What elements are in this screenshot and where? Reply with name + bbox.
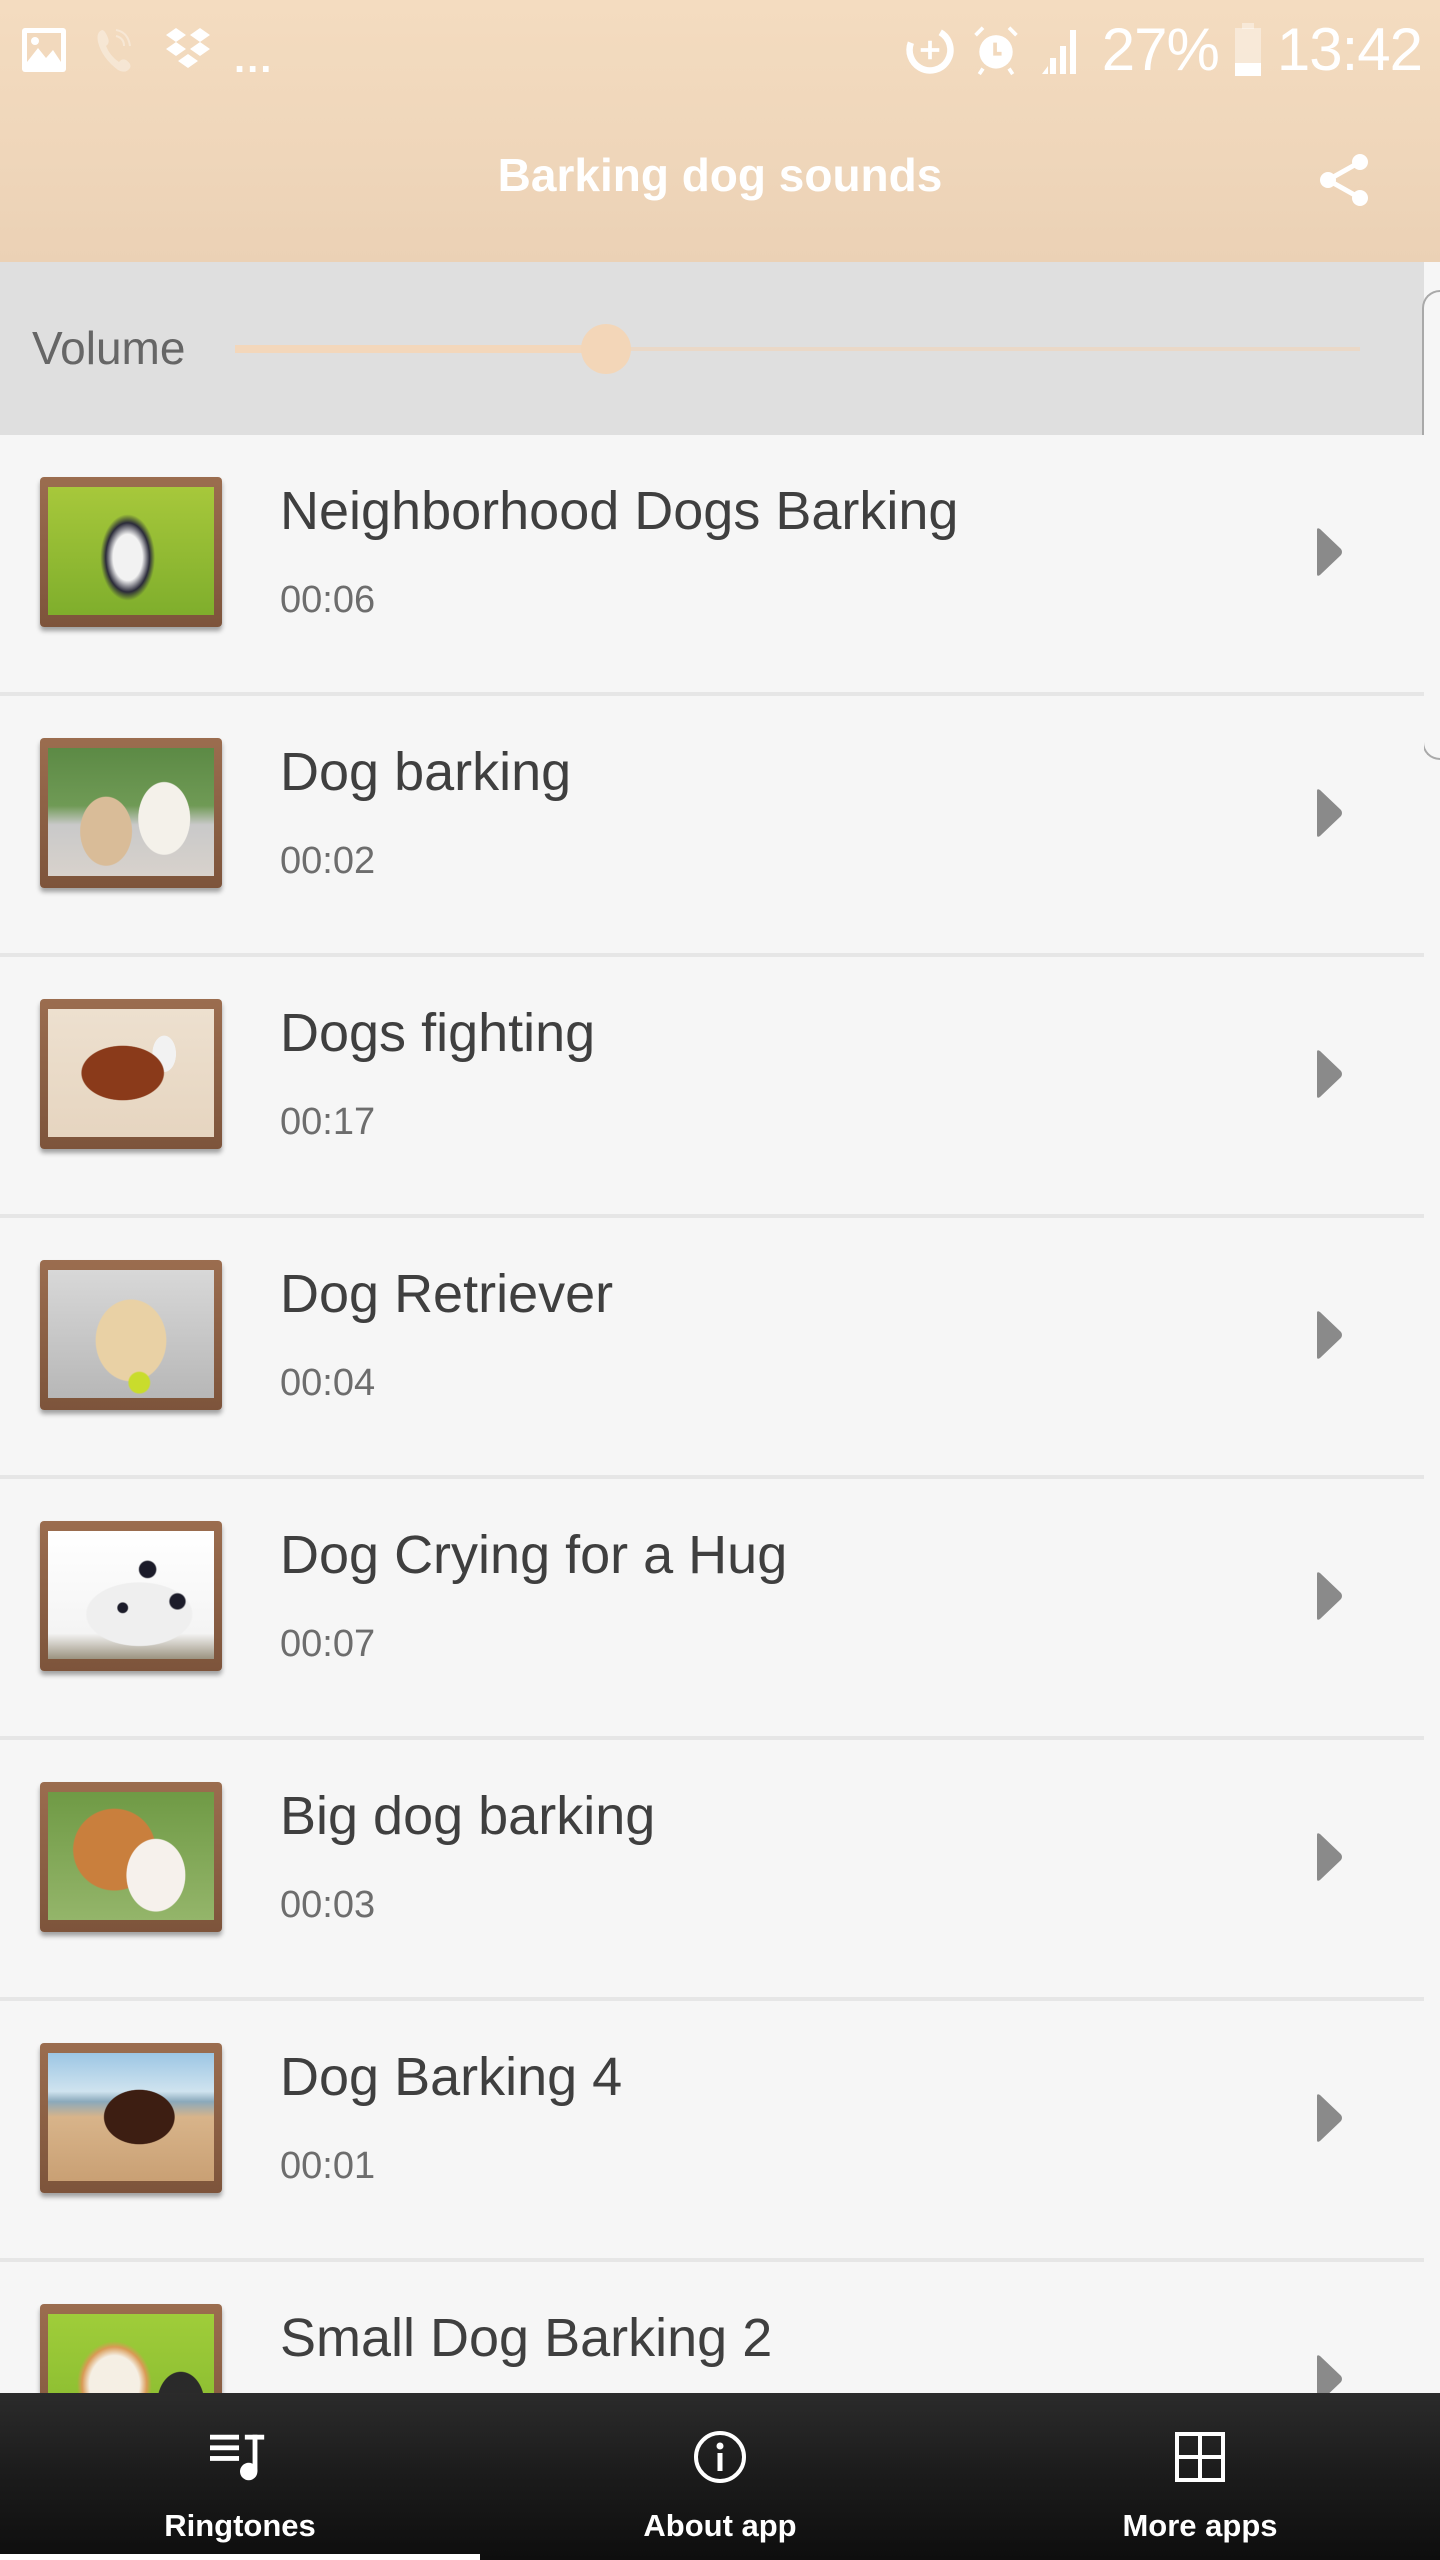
more-notifications: ...: [234, 36, 274, 81]
bottom-navigation: Ringtones About app More apps: [0, 2393, 1440, 2560]
play-icon[interactable]: [1314, 2093, 1344, 2143]
battery-icon: [1233, 23, 1263, 76]
thumbnail-image: [48, 1270, 214, 1398]
nav-ringtones[interactable]: Ringtones: [0, 2393, 480, 2560]
sound-list-item[interactable]: Dog Barking 4 00:01: [0, 2001, 1424, 2262]
scrollbar[interactable]: [1422, 290, 1440, 760]
viber-icon: [90, 24, 142, 76]
sound-list: Neighborhood Dogs Barking 00:06 Dog bark…: [0, 435, 1424, 2523]
play-icon[interactable]: [1314, 1571, 1344, 1621]
thumbnail-image: [48, 1009, 214, 1137]
signal-icon: [1036, 24, 1088, 76]
sound-list-item[interactable]: Dogs fighting 00:17: [0, 957, 1424, 1218]
share-icon: [1320, 154, 1368, 206]
thumbnail-frame: [40, 1260, 222, 1410]
ringtones-icon: [210, 2427, 270, 2487]
share-button[interactable]: [1310, 148, 1380, 212]
sound-duration: 00:04: [280, 1362, 376, 1404]
sound-list-item[interactable]: Dog barking 00:02: [0, 696, 1424, 957]
sound-duration: 00:03: [280, 1884, 376, 1926]
data-saver-icon: [904, 24, 956, 76]
slider-fill: [235, 345, 606, 353]
volume-label: Volume: [32, 322, 186, 374]
notification-icons: ...: [18, 22, 273, 81]
active-tab-indicator: [0, 2554, 480, 2560]
header: ... 27% 13:42 Barking dog sounds: [0, 0, 1440, 262]
sound-list-item[interactable]: Dog Crying for a Hug 00:07: [0, 1479, 1424, 1740]
info-icon: [690, 2427, 750, 2487]
thumbnail-image: [48, 487, 214, 615]
thumbnail-image: [48, 2053, 214, 2181]
sound-duration: 00:01: [280, 2145, 376, 2187]
battery-percent: 27%: [1101, 16, 1220, 83]
sound-duration: 00:06: [280, 579, 376, 621]
play-icon[interactable]: [1314, 788, 1344, 838]
nav-label: Ringtones: [164, 2508, 316, 2543]
sound-title: Dogs fighting: [280, 1003, 596, 1063]
sound-title: Dog Barking 4: [280, 2047, 623, 2107]
page-title: Barking dog sounds: [497, 149, 943, 201]
sound-duration: 00:17: [280, 1101, 376, 1143]
dropbox-icon: [162, 24, 214, 76]
play-icon[interactable]: [1314, 527, 1344, 577]
nav-label: About app: [643, 2508, 797, 2543]
sound-list-item[interactable]: Neighborhood Dogs Barking 00:06: [0, 435, 1424, 696]
status-bar: ... 27% 13:42: [0, 0, 1440, 100]
grid-icon: [1170, 2427, 1230, 2487]
thumbnail-image: [48, 1792, 214, 1920]
thumbnail-frame: [40, 1521, 222, 1671]
slider-thumb[interactable]: [581, 324, 631, 374]
alarm-icon: [970, 24, 1022, 76]
thumbnail-frame: [40, 477, 222, 627]
sound-title: Dog Crying for a Hug: [280, 1525, 788, 1585]
thumbnail-frame: [40, 1782, 222, 1932]
sound-list-item[interactable]: Big dog barking 00:03: [0, 1740, 1424, 2001]
play-icon[interactable]: [1314, 1049, 1344, 1099]
thumbnail-frame: [40, 2043, 222, 2193]
sound-list-item[interactable]: Dog Retriever 00:04: [0, 1218, 1424, 1479]
volume-slider[interactable]: [235, 324, 1360, 374]
thumbnail-image: [48, 748, 214, 876]
volume-control: Volume: [0, 262, 1424, 435]
clock: 13:42: [1276, 16, 1423, 83]
sound-title: Neighborhood Dogs Barking: [280, 481, 959, 541]
play-icon[interactable]: [1314, 1310, 1344, 1360]
thumbnail-image: [48, 1531, 214, 1659]
gallery-icon: [18, 24, 70, 76]
sound-title: Small Dog Barking 2: [280, 2308, 773, 2368]
play-icon[interactable]: [1314, 1832, 1344, 1882]
nav-more-apps[interactable]: More apps: [960, 2393, 1440, 2560]
thumbnail-frame: [40, 999, 222, 1149]
sound-title: Big dog barking: [280, 1786, 656, 1846]
sound-duration: 00:02: [280, 840, 376, 882]
sound-title: Dog barking: [280, 742, 572, 802]
thumbnail-frame: [40, 738, 222, 888]
system-icons: 27% 13:42: [904, 14, 1423, 86]
sound-duration: 00:07: [280, 1623, 376, 1665]
sound-title: Dog Retriever: [280, 1264, 614, 1324]
nav-about-app[interactable]: About app: [480, 2393, 960, 2560]
nav-label: More apps: [1122, 2508, 1278, 2543]
